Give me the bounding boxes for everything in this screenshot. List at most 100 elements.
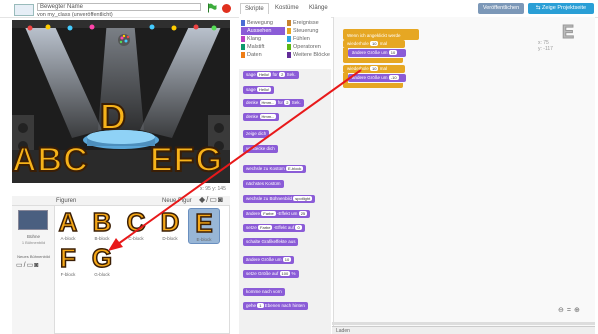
tab-sounds[interactable]: Klänge xyxy=(305,3,332,13)
new-backdrop-icons[interactable]: ▭/▭◙ xyxy=(16,261,39,269)
sprite-a-block[interactable]: A A-block xyxy=(52,207,84,244)
when-clicked-hat-block[interactable]: Wenn ich angeklickt werde xyxy=(343,29,419,40)
category-events[interactable]: Ereignisse xyxy=(287,19,331,27)
scripts-scrollbar[interactable] xyxy=(332,322,595,325)
stage-column[interactable]: Bühne 1 Bühnenbild Neues Bühnenbild ▭/▭◙ xyxy=(12,206,55,334)
sound-swatch xyxy=(241,36,245,42)
palette-block[interactable]: wechsle zu Kostüm E-block xyxy=(243,165,307,173)
palette-block-text: ändere Größe um xyxy=(246,257,282,262)
paint-backdrop-icon[interactable]: ▭ xyxy=(16,262,24,269)
palette-block-input[interactable]: 2 xyxy=(279,72,286,78)
palette-block[interactable]: setze Farbe -Effekt auf 0 xyxy=(243,224,305,232)
palette-block[interactable]: gehe 1 Ebenen nach hinten xyxy=(243,302,308,310)
new-sprite-icons[interactable]: ◆/▭◙ xyxy=(199,195,224,204)
sprite-a-glyph: A xyxy=(58,207,78,237)
palette-block-input[interactable]: Hmm... xyxy=(259,114,277,120)
change-size-block-1[interactable]: ändere Größe um 10 xyxy=(348,49,406,57)
palette-block[interactable]: ändere Größe um 10 xyxy=(243,256,295,264)
palette-block-input[interactable]: Hello! xyxy=(257,72,272,78)
sprite-f-block[interactable]: F F-block xyxy=(52,243,84,280)
palette-block[interactable]: wechsle zu Bühnenbild spotlight xyxy=(243,195,316,203)
letters-efg-sprites[interactable]: EFG xyxy=(149,140,223,180)
scripts-area[interactable] xyxy=(333,17,595,329)
palette-block-text: zeige dich xyxy=(246,131,267,136)
category-data[interactable]: Daten xyxy=(241,51,285,59)
backpack-bar[interactable]: Laden xyxy=(332,326,595,334)
sprite-g-block[interactable]: G G-block xyxy=(86,243,118,280)
category-sensing[interactable]: Fühlen xyxy=(287,35,331,43)
palette-block-input[interactable]: spotlight xyxy=(293,196,313,202)
palette-block-input[interactable]: Farbe xyxy=(258,225,273,231)
tab-scripts[interactable]: Skripte xyxy=(240,3,269,14)
palette-block[interactable]: setze Größe auf 100 % xyxy=(243,270,299,278)
palette-block[interactable]: denke Hmm... xyxy=(243,113,280,121)
change-size-2-value[interactable]: -10 xyxy=(388,75,399,81)
palette-block-input[interactable]: Farbe xyxy=(261,211,276,217)
palette-block[interactable]: sage Hello! xyxy=(243,86,275,94)
operators-swatch xyxy=(287,44,291,50)
sprites-title: Figuren xyxy=(56,198,77,204)
change-size-1-value[interactable]: 10 xyxy=(388,50,398,56)
palette-block-input[interactable]: 100 xyxy=(279,271,291,277)
palette-block[interactable]: zeige dich xyxy=(243,130,270,138)
palette-block-input[interactable]: Hello! xyxy=(257,87,272,93)
upload-sprite-icon[interactable]: ▭ xyxy=(209,195,218,204)
sprite-e-block[interactable]: E E-block xyxy=(188,208,220,244)
zoom-reset-icon[interactable]: = xyxy=(567,307,574,314)
stage-thumbnail[interactable] xyxy=(18,210,48,230)
tab-costumes[interactable]: Kostüme xyxy=(271,3,303,13)
fullscreen-icon[interactable] xyxy=(14,4,34,16)
category-looks[interactable]: Aussehen xyxy=(241,27,285,35)
stop-icon[interactable] xyxy=(222,4,231,13)
palette-block[interactable]: verstecke dich xyxy=(243,145,278,153)
repeat-block-1-foot xyxy=(343,58,403,63)
category-motion[interactable]: Bewegung xyxy=(241,19,285,27)
zoom-out-icon[interactable]: ⊖ xyxy=(558,307,567,314)
repeat-1-label: wiederhole xyxy=(347,41,369,46)
palette-block[interactable]: nächstes Kostüm xyxy=(243,180,284,188)
palette-block-input[interactable]: 2 xyxy=(284,100,291,106)
repeat-block-2[interactable]: wiederhole 10 mal xyxy=(343,65,405,73)
palette-block-input[interactable]: E-block xyxy=(286,166,304,172)
green-flag-icon[interactable] xyxy=(207,3,217,13)
palette-block[interactable]: sage Hello! für 2 Sek. xyxy=(243,71,299,79)
palette-block[interactable]: schalte Grafikeffekte aus xyxy=(243,238,299,246)
palette-block[interactable]: ändere Farbe -Effekt um 25 xyxy=(243,210,311,218)
change-size-block-2[interactable]: ändere Größe um -10 xyxy=(348,74,406,82)
repeat-block-1[interactable]: wiederhole 10 mal xyxy=(343,40,405,48)
sprite-c-block[interactable]: C C-block xyxy=(120,207,152,244)
camera-backdrop-icon[interactable]: ◙ xyxy=(34,262,39,269)
category-sound[interactable]: Klang xyxy=(241,35,285,43)
repeat-2-count[interactable]: 10 xyxy=(370,66,379,72)
project-page-button[interactable]: ⇆ Zeige Projektseite xyxy=(528,3,594,14)
palette-block-input[interactable]: 25 xyxy=(298,211,308,217)
repeat-1-count[interactable]: 10 xyxy=(370,41,379,47)
category-operators[interactable]: Operatoren xyxy=(287,43,331,51)
category-more-blocks[interactable]: Weitere Blöcke xyxy=(287,51,331,59)
sprite-b-glyph: B xyxy=(92,207,112,237)
palette-block-input[interactable]: Hmm... xyxy=(259,100,277,106)
project-name-field[interactable]: Bewegter Name xyxy=(37,3,201,11)
palette-block-input[interactable]: 1 xyxy=(257,303,264,309)
zoom-controls[interactable]: ⊖=⊕ xyxy=(558,306,583,314)
stage-label: Bühne xyxy=(26,234,40,239)
sprite-d-block[interactable]: D D-block xyxy=(154,207,186,244)
publish-button[interactable]: Veröffentlichen xyxy=(478,3,524,14)
letter-d-sprite[interactable]: D xyxy=(99,95,127,138)
category-data-label: Daten xyxy=(247,52,262,58)
sprite-b-block[interactable]: B B-block xyxy=(86,207,118,244)
zoom-in-icon[interactable]: ⊕ xyxy=(574,307,583,314)
category-pen-label: Malstift xyxy=(247,44,265,50)
palette-block-input[interactable]: 10 xyxy=(282,257,292,263)
letters-abc-sprites[interactable]: ABC xyxy=(12,140,89,180)
camera-icon[interactable]: ◙ xyxy=(218,195,224,204)
category-control[interactable]: Steuerung xyxy=(287,27,331,35)
stage[interactable]: D ABC EFG xyxy=(12,20,230,183)
palette-block-text: Sek. xyxy=(286,72,296,77)
new-backdrop-label: Neues Bühnenbild xyxy=(17,254,50,259)
category-pen[interactable]: Malstift xyxy=(241,43,285,51)
palette-block-input[interactable]: 0 xyxy=(295,225,302,231)
palette-block[interactable]: denke Hmm... für 2 Sek. xyxy=(243,99,304,107)
palette-block[interactable]: komme nach vorn xyxy=(243,288,285,296)
sprite-panel-header xyxy=(12,196,230,206)
